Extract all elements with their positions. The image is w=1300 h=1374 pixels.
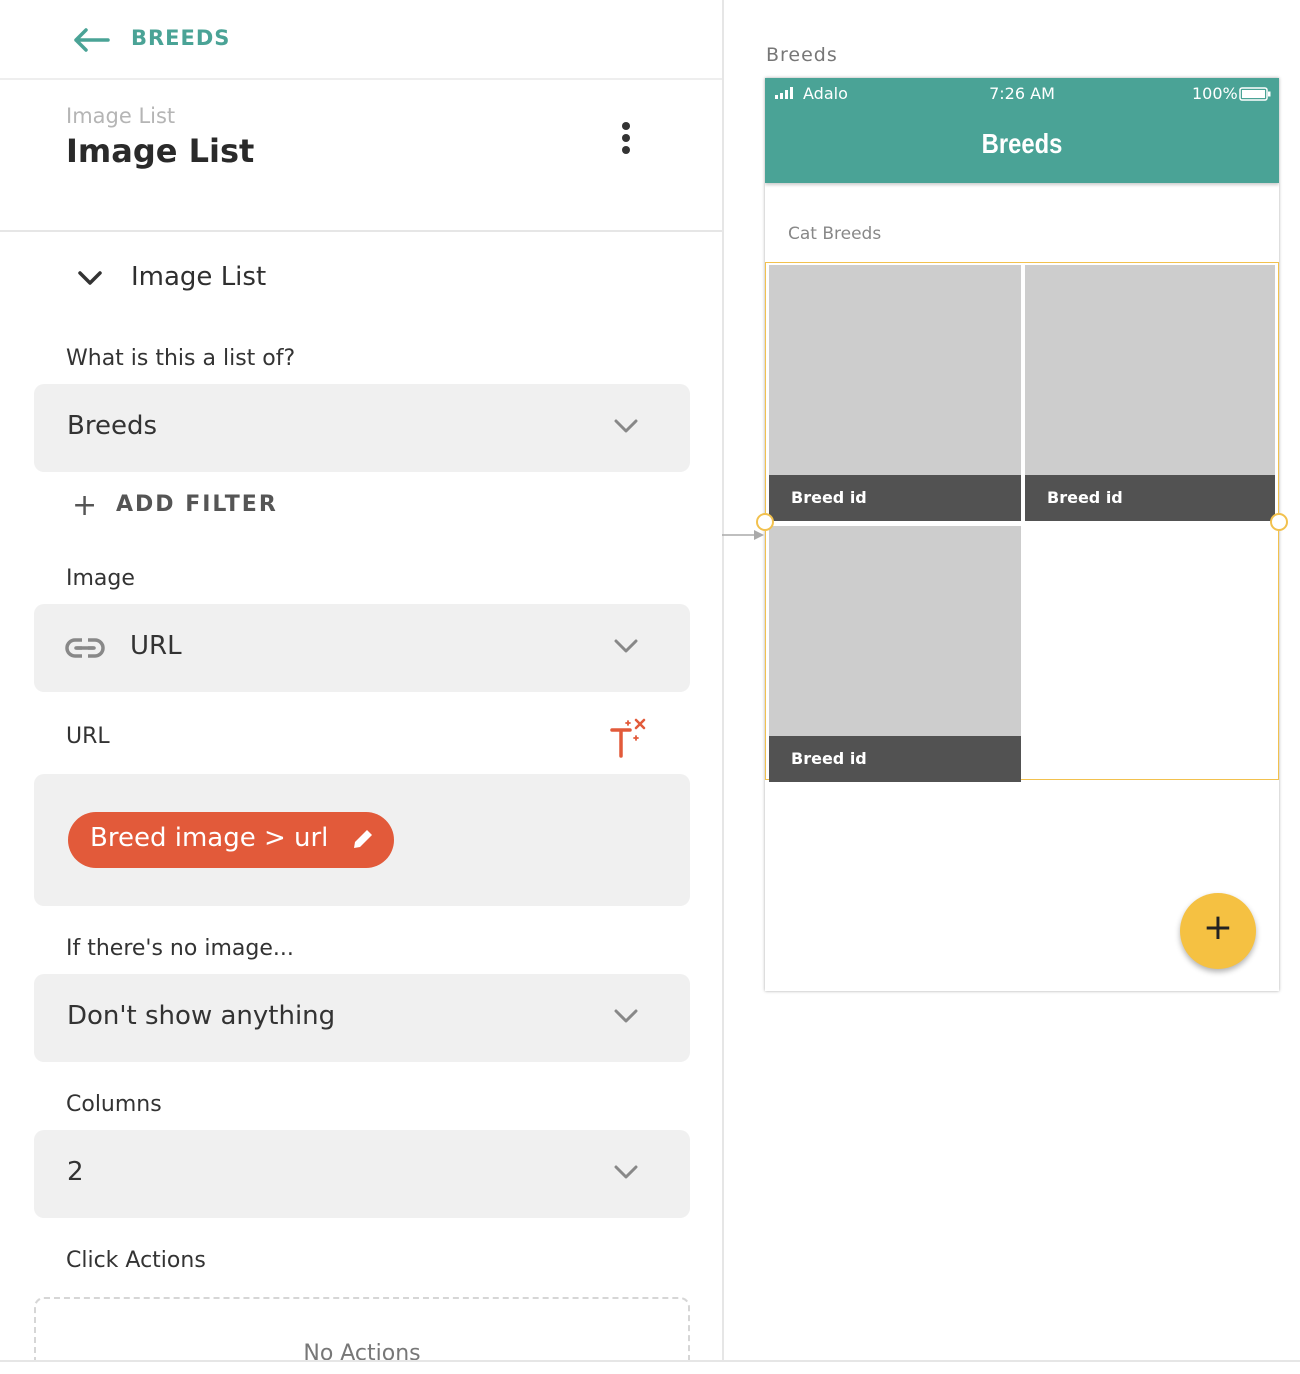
- back-arrow-icon[interactable]: [72, 26, 110, 54]
- chevron-down-icon[interactable]: [76, 268, 104, 288]
- url-field[interactable]: Breed image > url: [34, 774, 690, 906]
- battery-icon: [1239, 87, 1271, 101]
- component-header: Image List Image List: [0, 80, 722, 232]
- link-arrow-icon: [722, 530, 764, 540]
- list-of-select[interactable]: Breeds: [34, 384, 690, 472]
- list-heading[interactable]: Cat Breeds: [788, 224, 881, 244]
- tile-caption-text: Breed id: [791, 488, 867, 507]
- panel-topbar: BREEDS: [0, 0, 722, 80]
- link-icon: [65, 638, 105, 658]
- tile-caption: Breed id: [769, 475, 1021, 521]
- resize-handle-left[interactable]: [756, 513, 774, 531]
- magic-text-chip-label: Breed image > url: [90, 823, 329, 853]
- app-bar-title: Breeds: [981, 128, 1063, 159]
- image-list-item[interactable]: Breed id: [1025, 265, 1275, 521]
- no-actions-text: No Actions: [303, 1341, 421, 1360]
- no-image-value: Don't show anything: [67, 1001, 336, 1031]
- columns-label: Columns: [66, 1092, 162, 1117]
- list-of-label: What is this a list of?: [66, 346, 296, 371]
- chevron-down-icon: [614, 1009, 638, 1023]
- screen-name-label[interactable]: Breeds: [766, 44, 838, 66]
- image-list-item[interactable]: Breed id: [769, 265, 1021, 521]
- bottom-divider: [0, 1360, 1300, 1362]
- click-actions-label: Click Actions: [66, 1248, 206, 1273]
- image-source-select[interactable]: URL: [34, 604, 690, 692]
- url-label: URL: [66, 724, 110, 749]
- image-source-value: URL: [130, 631, 182, 661]
- component-type-label: Image List: [66, 104, 176, 128]
- tile-caption-text: Breed id: [791, 749, 867, 768]
- status-battery-percent: 100%: [1192, 84, 1238, 103]
- magic-text-chip[interactable]: Breed image > url: [68, 812, 394, 868]
- list-of-value: Breeds: [67, 411, 157, 441]
- no-image-label: If there's no image...: [66, 936, 294, 961]
- image-list-component[interactable]: Breed id Breed id Breed id: [765, 262, 1279, 782]
- chevron-down-icon: [614, 639, 638, 653]
- section-title[interactable]: Image List: [131, 262, 266, 292]
- screen-preview[interactable]: Adalo 7:26 AM 100% Breeds Cat Breeds Bre…: [765, 78, 1279, 991]
- add-fab-button[interactable]: +: [1180, 893, 1256, 969]
- back-link[interactable]: BREEDS: [131, 26, 230, 50]
- pencil-icon[interactable]: [350, 826, 376, 852]
- component-name[interactable]: Image List: [66, 132, 254, 170]
- tile-caption: Breed id: [1025, 475, 1275, 521]
- add-filter-label: ADD FILTER: [116, 492, 278, 517]
- more-vert-icon[interactable]: [614, 122, 638, 156]
- click-actions-dropzone[interactable]: No Actions: [34, 1297, 690, 1360]
- tile-caption-text: Breed id: [1047, 488, 1123, 507]
- properties-panel: BREEDS Image List Image List Image List …: [0, 0, 724, 1360]
- no-image-select[interactable]: Don't show anything: [34, 974, 690, 1062]
- image-list-item[interactable]: Breed id: [769, 526, 1021, 782]
- app-bar[interactable]: Adalo 7:26 AM 100% Breeds: [765, 78, 1279, 183]
- chevron-down-icon: [614, 419, 638, 433]
- plus-icon: +: [1202, 907, 1234, 948]
- columns-value: 2: [67, 1157, 84, 1187]
- plus-icon: +: [72, 488, 98, 523]
- magic-text-icon[interactable]: [608, 718, 650, 760]
- resize-handle-right[interactable]: [1270, 513, 1288, 531]
- columns-select[interactable]: 2: [34, 1130, 690, 1218]
- tile-caption: Breed id: [769, 736, 1021, 782]
- image-label: Image: [66, 566, 135, 591]
- chevron-down-icon: [614, 1165, 638, 1179]
